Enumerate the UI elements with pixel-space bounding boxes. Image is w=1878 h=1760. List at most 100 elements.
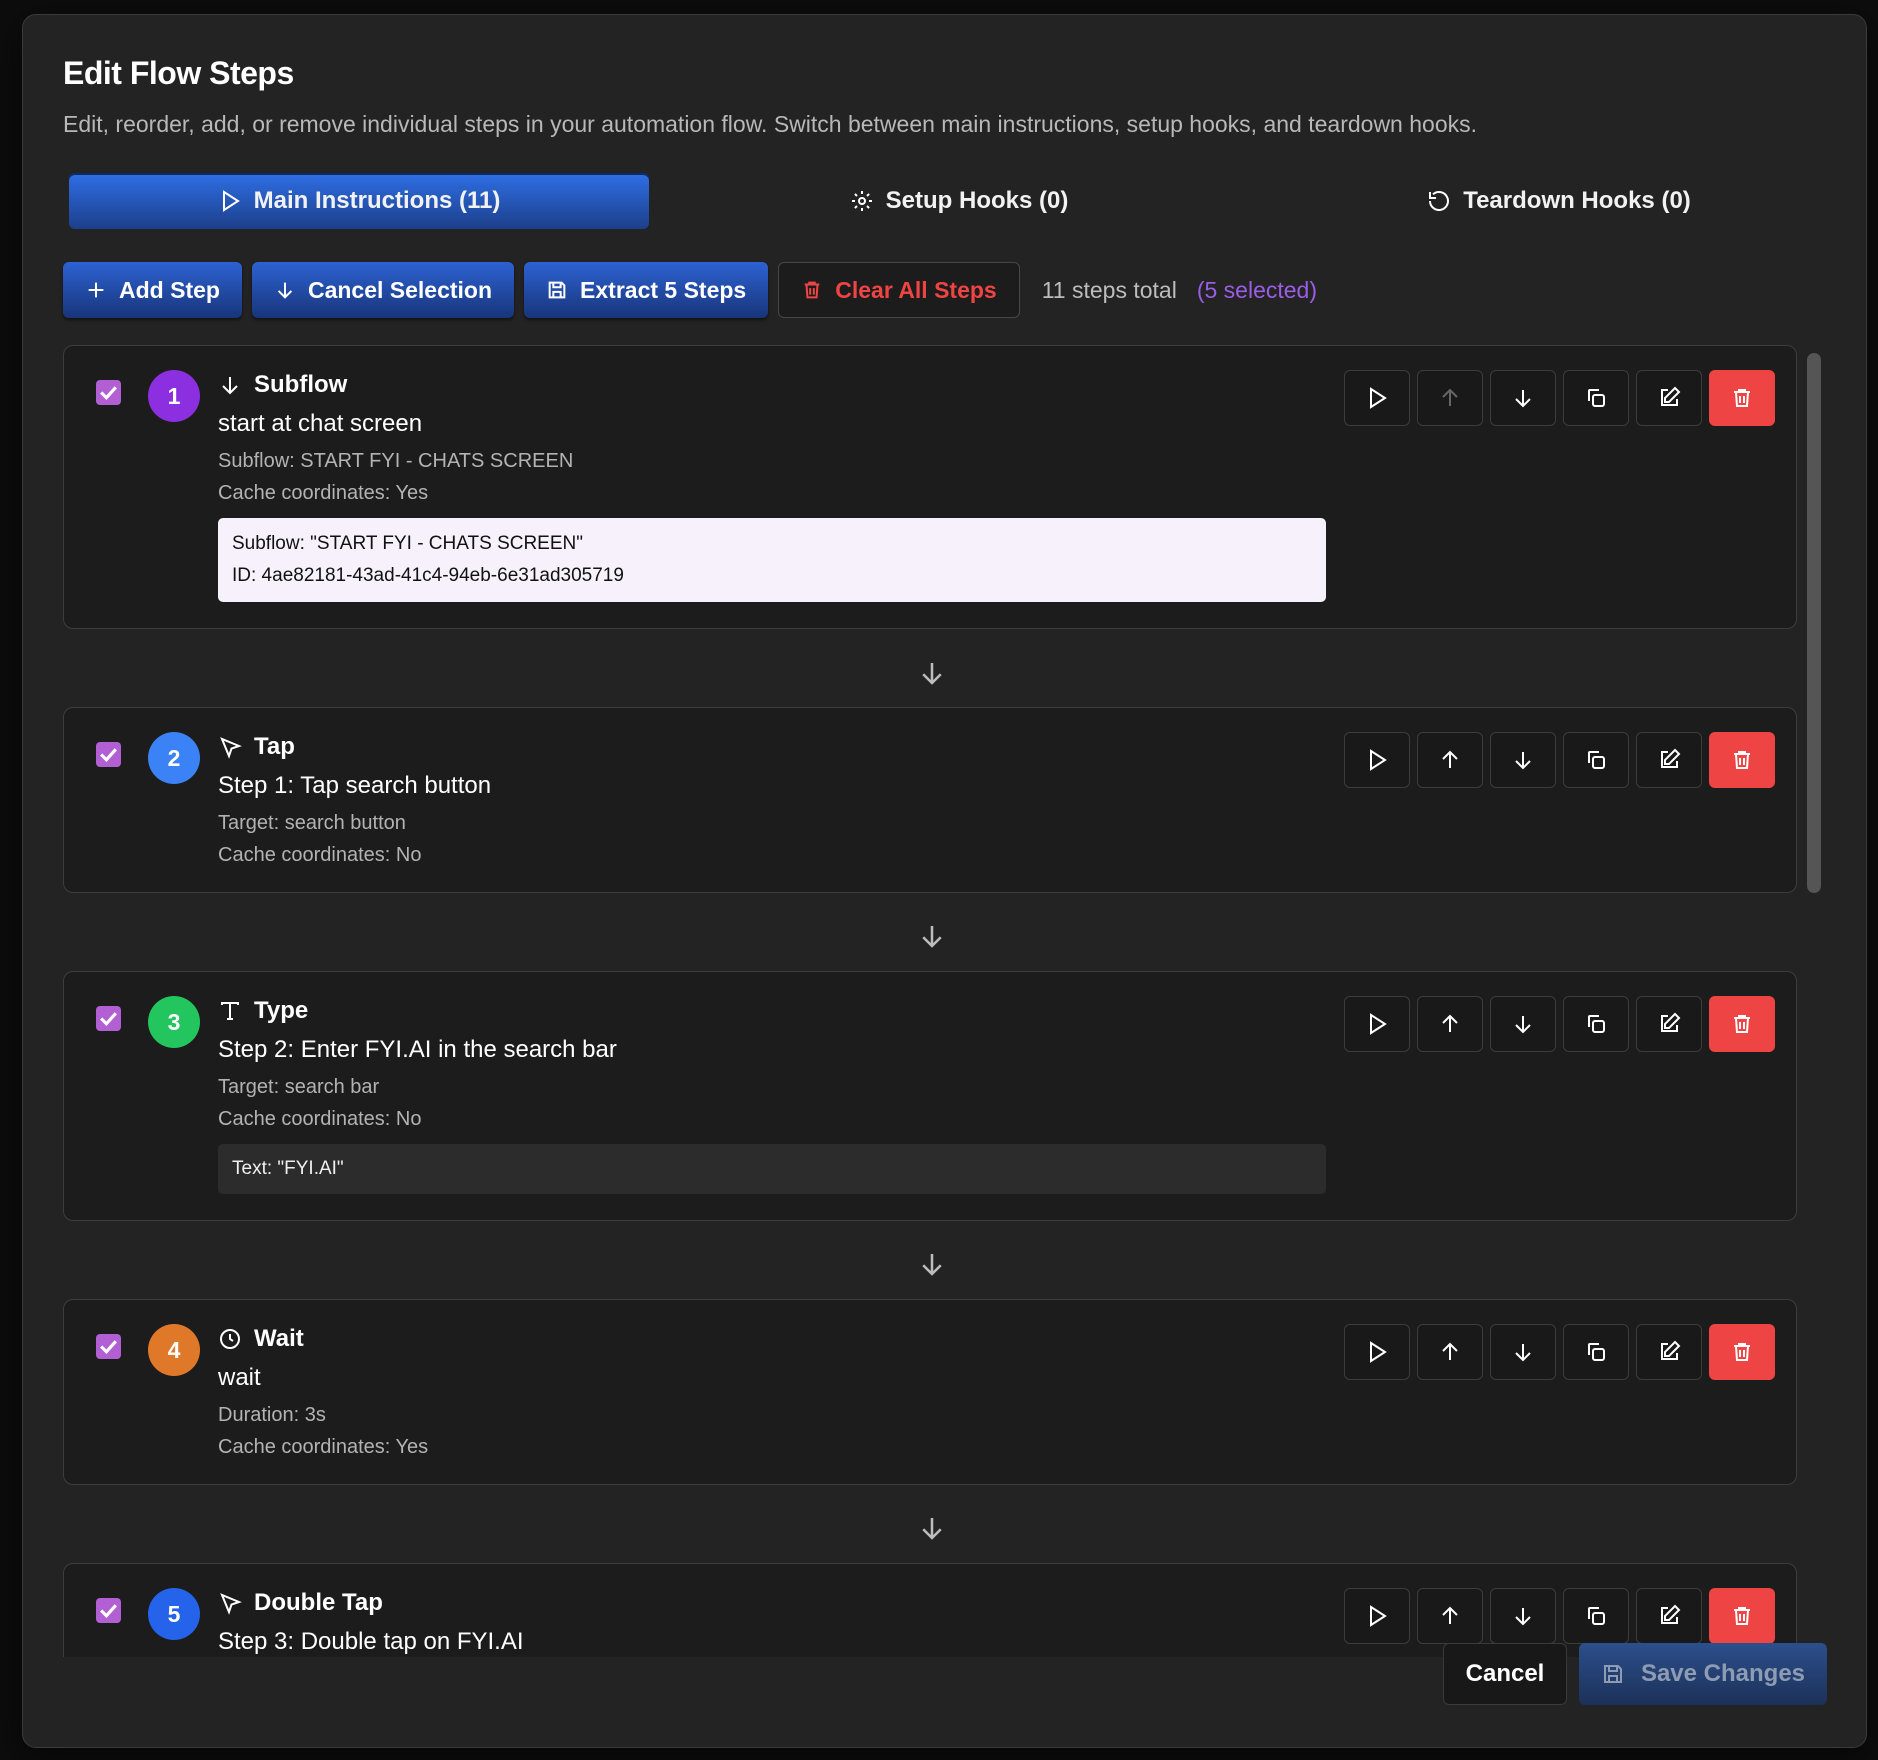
detail-line: Subflow: "START FYI - CHATS SCREEN" <box>232 533 583 554</box>
step-type: Tap <box>218 733 295 761</box>
duplicate-button[interactable] <box>1563 370 1629 426</box>
run-step-button[interactable] <box>1344 1588 1410 1644</box>
edit-button[interactable] <box>1636 996 1702 1052</box>
edit-icon <box>1661 386 1681 406</box>
run-step-button[interactable] <box>1344 370 1410 426</box>
step-number-badge: 3 <box>148 996 200 1048</box>
dialog-subtitle: Edit, reorder, add, or remove individual… <box>63 111 1477 137</box>
save-icon <box>1603 1665 1622 1683</box>
step-meta: Duration: 3s <box>218 1404 326 1426</box>
move-down-button[interactable] <box>1490 1324 1556 1380</box>
arrow-down-icon <box>922 663 942 685</box>
step-meta: Target: search bar <box>218 1076 380 1098</box>
step-type-label: Double Tap <box>254 1589 383 1616</box>
scrollbar-thumb[interactable] <box>1807 353 1821 893</box>
edit-button[interactable] <box>1636 732 1702 788</box>
extract-steps-button[interactable]: Extract 5 Steps <box>524 262 769 318</box>
extract-steps-label: Extract 5 Steps <box>580 276 747 303</box>
arrow-down-icon <box>922 1254 942 1276</box>
text-type-icon <box>221 1002 239 1020</box>
edit-button[interactable] <box>1636 1324 1702 1380</box>
trash-icon <box>1734 1343 1750 1361</box>
move-up-button[interactable] <box>1417 732 1483 788</box>
cursor-pointer-icon <box>220 737 242 759</box>
move-up-button[interactable] <box>1417 996 1483 1052</box>
copy-icon <box>1588 389 1605 407</box>
arrow-down-icon <box>1515 752 1531 770</box>
step-actions <box>1344 732 1775 788</box>
selected-count: (5 selected) <box>1196 276 1317 303</box>
edit-icon <box>1661 748 1681 768</box>
delete-button[interactable] <box>1709 1588 1775 1644</box>
step-card: 3 Type Step 2: Enter FYI.AI in the searc… <box>63 971 1797 1221</box>
arrow-down-icon <box>1515 1016 1531 1034</box>
add-step-button[interactable]: Add Step <box>63 262 242 318</box>
clear-all-steps-button[interactable]: Clear All Steps <box>778 262 1020 318</box>
copy-icon <box>1588 751 1605 769</box>
step-connector <box>917 1513 947 1543</box>
step-type-label: Type <box>254 997 309 1024</box>
edit-icon <box>1661 1604 1681 1624</box>
step-checkbox[interactable] <box>96 1598 121 1623</box>
move-down-button[interactable] <box>1490 996 1556 1052</box>
edit-flow-steps-dialog: Edit Flow Steps Edit, reorder, add, or r… <box>22 14 1867 1748</box>
play-icon <box>1370 387 1387 409</box>
delete-button[interactable] <box>1709 370 1775 426</box>
move-down-button[interactable] <box>1490 370 1556 426</box>
move-up-button[interactable] <box>1417 1324 1483 1380</box>
play-icon <box>222 190 240 212</box>
step-type: Type <box>218 997 308 1025</box>
move-down-button[interactable] <box>1490 732 1556 788</box>
steps-list[interactable]: 1 Subflow start at chat screen Subflow: … <box>63 345 1818 1657</box>
duplicate-button[interactable] <box>1563 1588 1629 1644</box>
tab-main-instructions[interactable]: Main Instructions (11) <box>69 173 649 229</box>
save-changes-button[interactable]: Save Changes <box>1579 1643 1827 1705</box>
copy-icon <box>1588 1343 1605 1361</box>
delete-button[interactable] <box>1709 1324 1775 1380</box>
duplicate-button[interactable] <box>1563 1324 1629 1380</box>
step-checkbox[interactable] <box>96 380 121 405</box>
tab-setup-hooks[interactable]: Setup Hooks (0) <box>669 173 1249 229</box>
arrow-up-icon <box>1442 750 1458 768</box>
step-checkbox[interactable] <box>96 1006 121 1031</box>
step-type: Wait <box>218 1325 304 1353</box>
step-type-label: Tap <box>254 733 295 760</box>
step-card: 4 Wait wait Duration: 3s Cache coordinat… <box>63 1299 1797 1485</box>
duplicate-button[interactable] <box>1563 996 1629 1052</box>
play-icon <box>1370 749 1387 771</box>
arrow-up-icon <box>1442 1342 1458 1360</box>
arrow-up-icon <box>1442 1014 1458 1032</box>
check-icon <box>100 748 117 762</box>
copy-icon <box>1588 1607 1605 1625</box>
delete-button[interactable] <box>1709 996 1775 1052</box>
run-step-button[interactable] <box>1344 996 1410 1052</box>
duplicate-button[interactable] <box>1563 732 1629 788</box>
check-icon <box>100 1604 117 1618</box>
arrow-down-icon <box>1515 390 1531 408</box>
delete-button[interactable] <box>1709 732 1775 788</box>
tab-label: Main Instructions (11) <box>253 187 501 214</box>
arrow-up-icon <box>1442 388 1458 406</box>
move-up-button[interactable] <box>1417 1588 1483 1644</box>
gear-icon <box>851 191 872 211</box>
step-connector <box>917 1249 947 1279</box>
run-step-button[interactable] <box>1344 1324 1410 1380</box>
step-checkbox[interactable] <box>96 742 121 767</box>
arrow-up-icon <box>1442 1606 1458 1624</box>
run-step-button[interactable] <box>1344 732 1410 788</box>
edit-button[interactable] <box>1636 370 1702 426</box>
move-down-button[interactable] <box>1490 1588 1556 1644</box>
cancel-button[interactable]: Cancel <box>1443 1643 1567 1705</box>
copy-icon <box>1588 1015 1605 1033</box>
edit-button[interactable] <box>1636 1588 1702 1644</box>
step-checkbox[interactable] <box>96 1334 121 1359</box>
step-meta: Target: search button <box>218 812 406 834</box>
step-meta: Cache coordinates: No <box>218 1108 422 1130</box>
step-description: wait <box>218 1364 261 1391</box>
step-description: Step 2: Enter FYI.AI in the search bar <box>218 1036 617 1063</box>
cancel-selection-button[interactable]: Cancel Selection <box>251 262 515 318</box>
move-up-button[interactable] <box>1417 370 1483 426</box>
play-icon <box>1370 1605 1387 1627</box>
edit-icon <box>1661 1012 1681 1032</box>
tab-teardown-hooks[interactable]: Teardown Hooks (0) <box>1269 173 1849 229</box>
